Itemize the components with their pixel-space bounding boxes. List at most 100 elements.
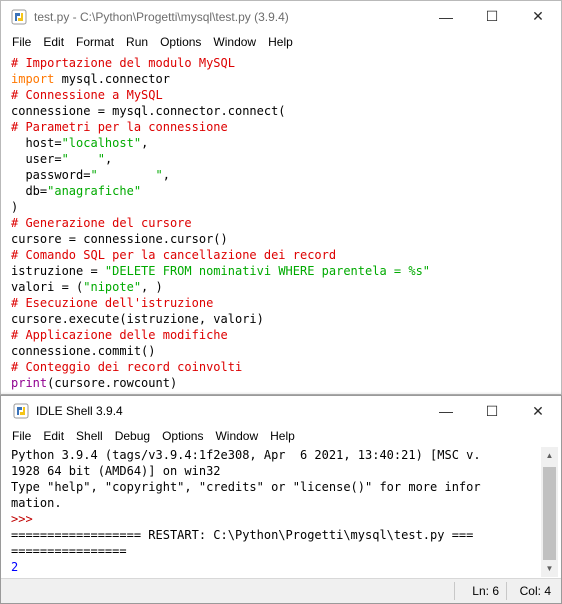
code-line: # Connessione a MySQL xyxy=(11,87,561,103)
menu-options[interactable]: Options xyxy=(156,429,209,443)
code-line: password=" ", xyxy=(11,167,561,183)
menu-window[interactable]: Window xyxy=(209,429,264,443)
column-indicator: Col: 4 xyxy=(519,584,551,598)
editor-titlebar[interactable]: test.py - C:\Python\Progetti\mysql\test.… xyxy=(1,1,561,32)
close-button[interactable]: ✕ xyxy=(515,1,561,32)
menu-help[interactable]: Help xyxy=(264,429,301,443)
code-token: " " xyxy=(61,152,105,166)
code-token: 1928 64 bit (AMD64)] on win32 xyxy=(11,464,221,478)
code-token: # Parametri per la connessione xyxy=(11,120,228,134)
menu-format[interactable]: Format xyxy=(70,35,120,49)
code-token: , xyxy=(104,152,113,166)
shell-titlebar[interactable]: IDLE Shell 3.9.4 — ☐ ✕ xyxy=(1,396,561,426)
shell-menubar: File Edit Shell Debug Options Window Hel… xyxy=(1,426,561,446)
editor-title: test.py - C:\Python\Progetti\mysql\test.… xyxy=(34,10,289,24)
shell-title: IDLE Shell 3.9.4 xyxy=(36,404,123,418)
menu-edit[interactable]: Edit xyxy=(37,429,70,443)
code-token: "localhost" xyxy=(61,136,142,150)
code-line: import mysql.connector xyxy=(11,71,561,87)
editor-menubar: File Edit Format Run Options Window Help xyxy=(1,32,561,52)
code-token: " " xyxy=(90,168,163,182)
python-idle-icon xyxy=(13,403,29,419)
code-token: # Generazione del cursore xyxy=(11,216,192,230)
status-divider xyxy=(506,582,507,600)
code-token: # Conteggio dei record coinvolti xyxy=(11,360,243,374)
code-token: , xyxy=(162,168,170,182)
code-token: connessione.commit() xyxy=(11,344,156,358)
code-editor[interactable]: # Importazione del modulo MySQL import my… xyxy=(11,55,561,393)
code-line: istruzione = "DELETE FROM nominativi WHE… xyxy=(11,263,561,279)
menu-help[interactable]: Help xyxy=(262,35,299,49)
code-token: valori = ( xyxy=(11,280,84,294)
code-line: cursore = connessione.cursor() xyxy=(11,231,561,247)
vertical-scrollbar[interactable]: ▲ ▼ xyxy=(541,447,558,577)
code-line: # Esecuzione dell'istruzione xyxy=(11,295,561,311)
code-line: print(cursore.rowcount) xyxy=(11,375,561,391)
code-line: # Applicazione delle modifiche xyxy=(11,327,561,343)
code-line: # Conteggio dei record coinvolti xyxy=(11,359,561,375)
code-token: # Connessione a MySQL xyxy=(11,88,163,102)
code-line: host="localhost", xyxy=(11,135,561,151)
code-token: print xyxy=(11,376,48,390)
code-token: . xyxy=(11,576,40,577)
code-line: user=" ", xyxy=(11,151,561,167)
code-line: . xyxy=(11,575,531,577)
code-line: Type "help", "copyright", "credits" or "… xyxy=(11,479,531,495)
close-button[interactable]: ✕ xyxy=(515,396,561,426)
code-token: # Comando SQL per la cancellazione dei r… xyxy=(11,248,337,262)
code-token: connessione = mysql.connector.connect( xyxy=(11,104,286,118)
code-line: db="anagrafiche" xyxy=(11,183,561,199)
code-token: ================ xyxy=(11,544,127,558)
maximize-button[interactable]: ☐ xyxy=(469,1,515,32)
code-token: db= xyxy=(11,184,48,198)
menu-run[interactable]: Run xyxy=(120,35,154,49)
code-token: >>> xyxy=(11,512,33,526)
code-token: 2 xyxy=(11,560,19,574)
code-token: Type "help", "copyright", "credits" or "… xyxy=(11,480,481,494)
code-token: , ) xyxy=(141,280,163,294)
code-token: , xyxy=(141,136,149,150)
menu-debug[interactable]: Debug xyxy=(109,429,156,443)
code-token: import xyxy=(11,72,55,86)
python-idle-icon xyxy=(11,9,27,25)
code-line: connessione.commit() xyxy=(11,343,561,359)
code-line: Python 3.9.4 (tags/v3.9.4:1f2e308, Apr 6… xyxy=(11,447,531,463)
code-line: # Parametri per la connessione xyxy=(11,119,561,135)
code-line: mation. xyxy=(11,495,531,511)
code-token: (cursore.rowcount) xyxy=(47,376,178,390)
code-token: Python 3.9.4 (tags/v3.9.4:1f2e308, Apr 6… xyxy=(11,448,481,462)
code-line: # Importazione del modulo MySQL xyxy=(11,55,561,71)
code-line: connessione = mysql.connector.connect( xyxy=(11,103,561,119)
code-line: 2 xyxy=(11,559,531,575)
menu-file[interactable]: File xyxy=(1,35,37,49)
scroll-down-icon[interactable]: ▼ xyxy=(541,560,558,577)
scroll-up-icon[interactable]: ▲ xyxy=(541,447,558,464)
code-token: # Importazione del modulo MySQL xyxy=(11,56,235,70)
minimize-button[interactable]: — xyxy=(423,396,469,426)
code-token: istruzione = xyxy=(11,264,105,278)
code-line: # Generazione del cursore xyxy=(11,215,561,231)
menu-file[interactable]: File xyxy=(1,429,37,443)
minimize-button[interactable]: — xyxy=(423,1,469,32)
code-token: "anagrafiche" xyxy=(47,184,142,198)
menu-shell[interactable]: Shell xyxy=(70,429,109,443)
code-token: mysql.connector xyxy=(54,72,170,86)
code-token: user= xyxy=(11,152,62,166)
code-line: ================ xyxy=(11,543,531,559)
editor-window: test.py - C:\Python\Progetti\mysql\test.… xyxy=(0,0,562,395)
code-token: host= xyxy=(11,136,62,150)
menu-edit[interactable]: Edit xyxy=(37,35,70,49)
code-token: "nipote" xyxy=(83,280,142,294)
shell-output[interactable]: Python 3.9.4 (tags/v3.9.4:1f2e308, Apr 6… xyxy=(11,447,531,577)
status-divider xyxy=(454,582,455,600)
scrollbar-thumb[interactable] xyxy=(543,467,556,560)
code-token: "DELETE FROM nominativi WHERE parentela … xyxy=(104,264,431,278)
status-bar: Ln: 6 Col: 4 xyxy=(1,578,561,603)
menu-window[interactable]: Window xyxy=(207,35,262,49)
code-line: ================== RESTART: C:\Python\Pr… xyxy=(11,527,531,543)
code-line: 1928 64 bit (AMD64)] on win32 xyxy=(11,463,531,479)
code-line: # Comando SQL per la cancellazione dei r… xyxy=(11,247,561,263)
maximize-button[interactable]: ☐ xyxy=(469,396,515,426)
code-token: password= xyxy=(11,168,91,182)
menu-options[interactable]: Options xyxy=(154,35,207,49)
